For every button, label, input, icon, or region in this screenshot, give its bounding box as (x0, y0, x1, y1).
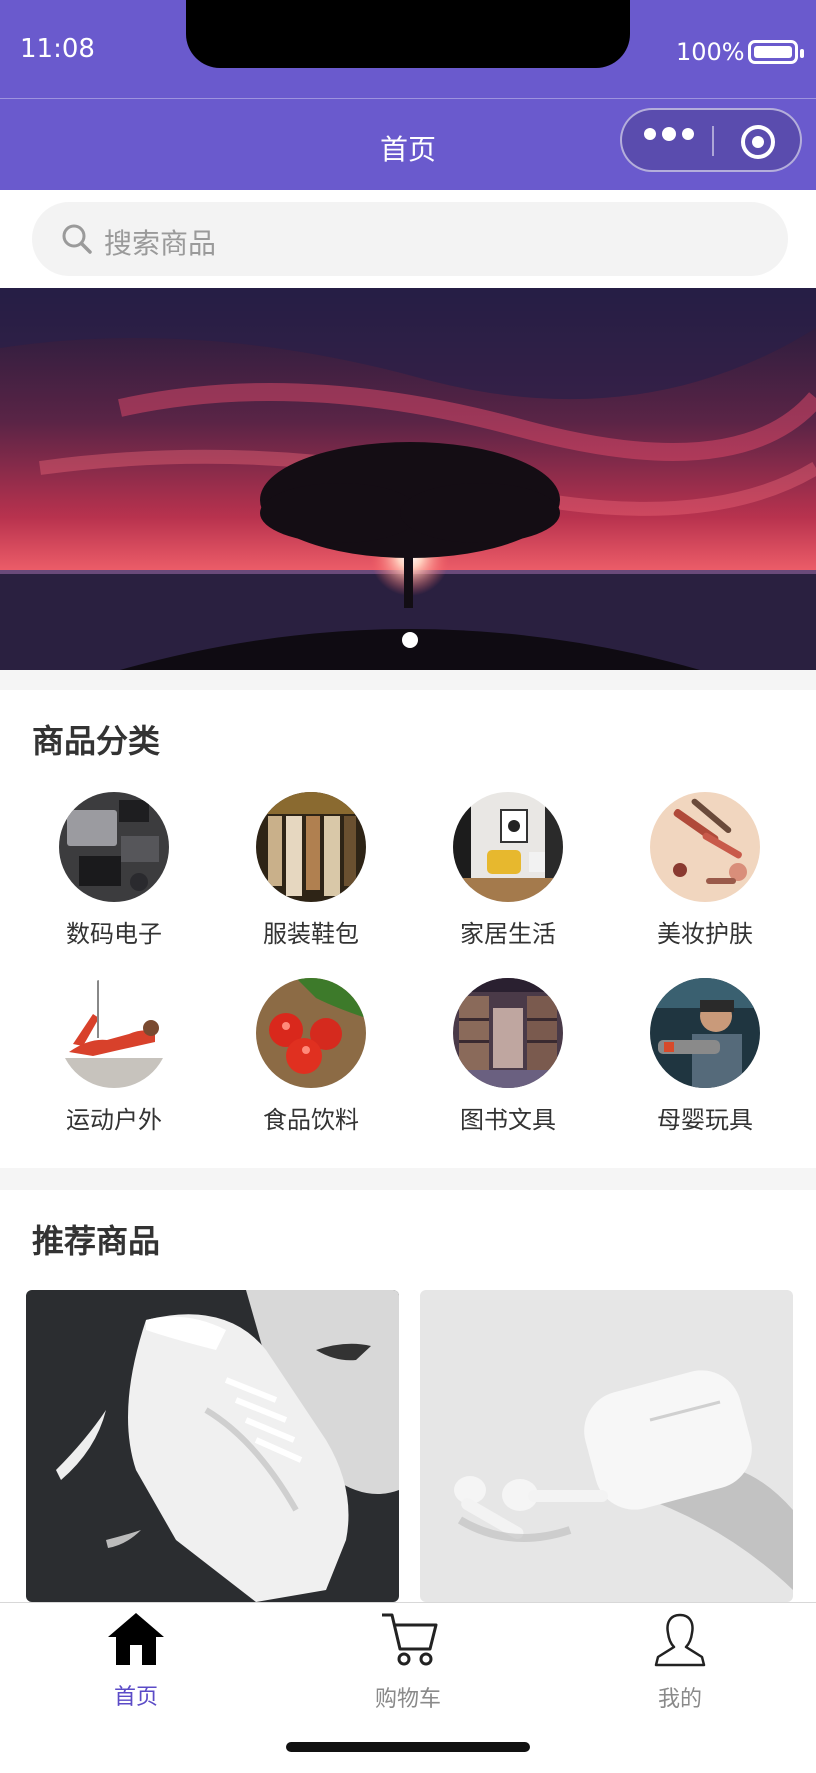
books-image (453, 978, 563, 1088)
close-mini-program-icon[interactable] (740, 124, 776, 160)
tab-label: 首页 (113, 1685, 158, 1710)
status-divider (0, 98, 816, 99)
category-label: 家居生活 (460, 920, 556, 948)
search-input[interactable]: 搜索商品 (32, 202, 788, 276)
battery-percent: 100% (676, 38, 745, 66)
tab-label: 我的 (657, 1687, 702, 1712)
more-menu-icon[interactable] (644, 127, 694, 141)
sports-image (59, 978, 169, 1088)
category-label: 图书文具 (460, 1106, 556, 1134)
status-time: 11:08 (20, 34, 95, 64)
product-card-sneaker[interactable] (26, 1290, 399, 1602)
categories-title: 商品分类 (32, 722, 161, 760)
clothing-image (256, 792, 366, 902)
food-image (256, 978, 366, 1088)
home-indicator (286, 1742, 530, 1752)
category-label: 服装鞋包 (263, 920, 359, 948)
home-living-image (453, 792, 563, 902)
search-icon (62, 224, 92, 254)
search-placeholder: 搜索商品 (104, 227, 217, 260)
category-label: 母婴玩具 (657, 1106, 753, 1134)
tab-profile[interactable]: 我的 (544, 1611, 816, 1713)
tab-home[interactable]: 首页 (0, 1611, 272, 1711)
section-separator (0, 1168, 816, 1190)
banner-carousel[interactable] (0, 288, 816, 670)
baby-toys-image (650, 978, 760, 1088)
cart-icon (382, 1613, 438, 1666)
battery-icon (748, 40, 804, 64)
carousel-indicator[interactable] (402, 632, 418, 648)
category-digital[interactable]: 数码电子 (16, 792, 212, 949)
section-separator (0, 670, 816, 690)
mini-program-capsule (620, 108, 802, 172)
category-label: 食品饮料 (263, 1106, 359, 1134)
category-clothing[interactable]: 服装鞋包 (213, 792, 409, 949)
sneaker-product-image (26, 1290, 399, 1602)
beauty-image (650, 792, 760, 902)
device-notch (186, 0, 630, 68)
category-baby-toys[interactable]: 母婴玩具 (607, 978, 803, 1135)
product-card-earbuds[interactable] (420, 1290, 793, 1602)
category-beauty[interactable]: 美妆护肤 (607, 792, 803, 949)
digital-electronics-image (59, 792, 169, 902)
category-sports[interactable]: 运动户外 (16, 978, 212, 1135)
sunset-tree-banner-image (0, 288, 816, 670)
tab-cart[interactable]: 购物车 (272, 1611, 544, 1713)
earbuds-product-image (420, 1290, 793, 1602)
category-books[interactable]: 图书文具 (410, 978, 606, 1135)
user-icon (654, 1613, 706, 1667)
category-label: 美妆护肤 (657, 920, 753, 948)
category-label: 数码电子 (66, 920, 162, 948)
category-home[interactable]: 家居生活 (410, 792, 606, 949)
recommend-title: 推荐商品 (32, 1222, 161, 1260)
tab-label: 购物车 (374, 1687, 441, 1712)
home-icon (108, 1613, 164, 1665)
category-label: 运动户外 (66, 1106, 162, 1134)
category-food[interactable]: 食品饮料 (213, 978, 409, 1135)
